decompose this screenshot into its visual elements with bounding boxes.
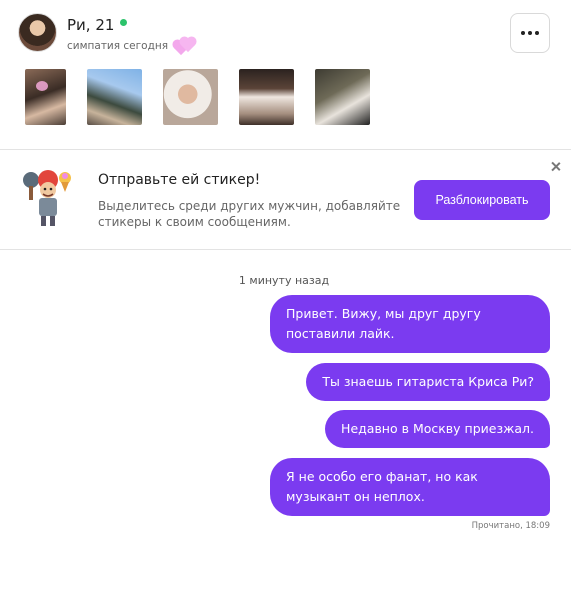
- profile-name[interactable]: Ри, 21: [67, 16, 114, 34]
- photo-thumbnail[interactable]: [163, 69, 218, 125]
- more-options-button[interactable]: [510, 13, 550, 53]
- unlock-button[interactable]: Разблокировать: [414, 180, 550, 220]
- photo-thumbnail[interactable]: [315, 69, 370, 125]
- message-bubble[interactable]: Привет. Вижу, мы друг другу поставили ла…: [270, 295, 550, 353]
- profile-header: Ри, 21 симпатия сегодня: [0, 0, 571, 150]
- message-bubble[interactable]: Недавно в Москву приезжал.: [325, 410, 550, 448]
- sticker-character-icon: [23, 170, 71, 226]
- sympathy-row: симпатия сегодня: [67, 37, 196, 56]
- message-time-label: 1 минуту назад: [238, 274, 330, 287]
- name-row: Ри, 21: [67, 16, 128, 34]
- more-horizontal-icon: [521, 31, 525, 35]
- message-bubble[interactable]: Я не особо его фанат, но как музыкант он…: [270, 458, 550, 516]
- sympathy-label: симпатия сегодня: [67, 40, 169, 52]
- photo-strip: [25, 69, 370, 125]
- close-icon[interactable]: [549, 160, 563, 174]
- message-bubble[interactable]: Ты знаешь гитариста Криса Ри?: [306, 363, 550, 401]
- read-status: Прочитано, 18:09: [471, 521, 550, 531]
- photo-thumbnail[interactable]: [87, 69, 142, 125]
- hearts-icon: [173, 37, 196, 56]
- photo-thumbnail[interactable]: [25, 69, 66, 125]
- online-status-icon: [120, 18, 128, 26]
- photo-thumbnail[interactable]: [239, 69, 294, 125]
- promo-description: Выделитесь среди других мужчин, добавляй…: [98, 199, 401, 229]
- avatar[interactable]: [18, 13, 57, 52]
- promo-title: Отправьте ей стикер!: [98, 172, 261, 188]
